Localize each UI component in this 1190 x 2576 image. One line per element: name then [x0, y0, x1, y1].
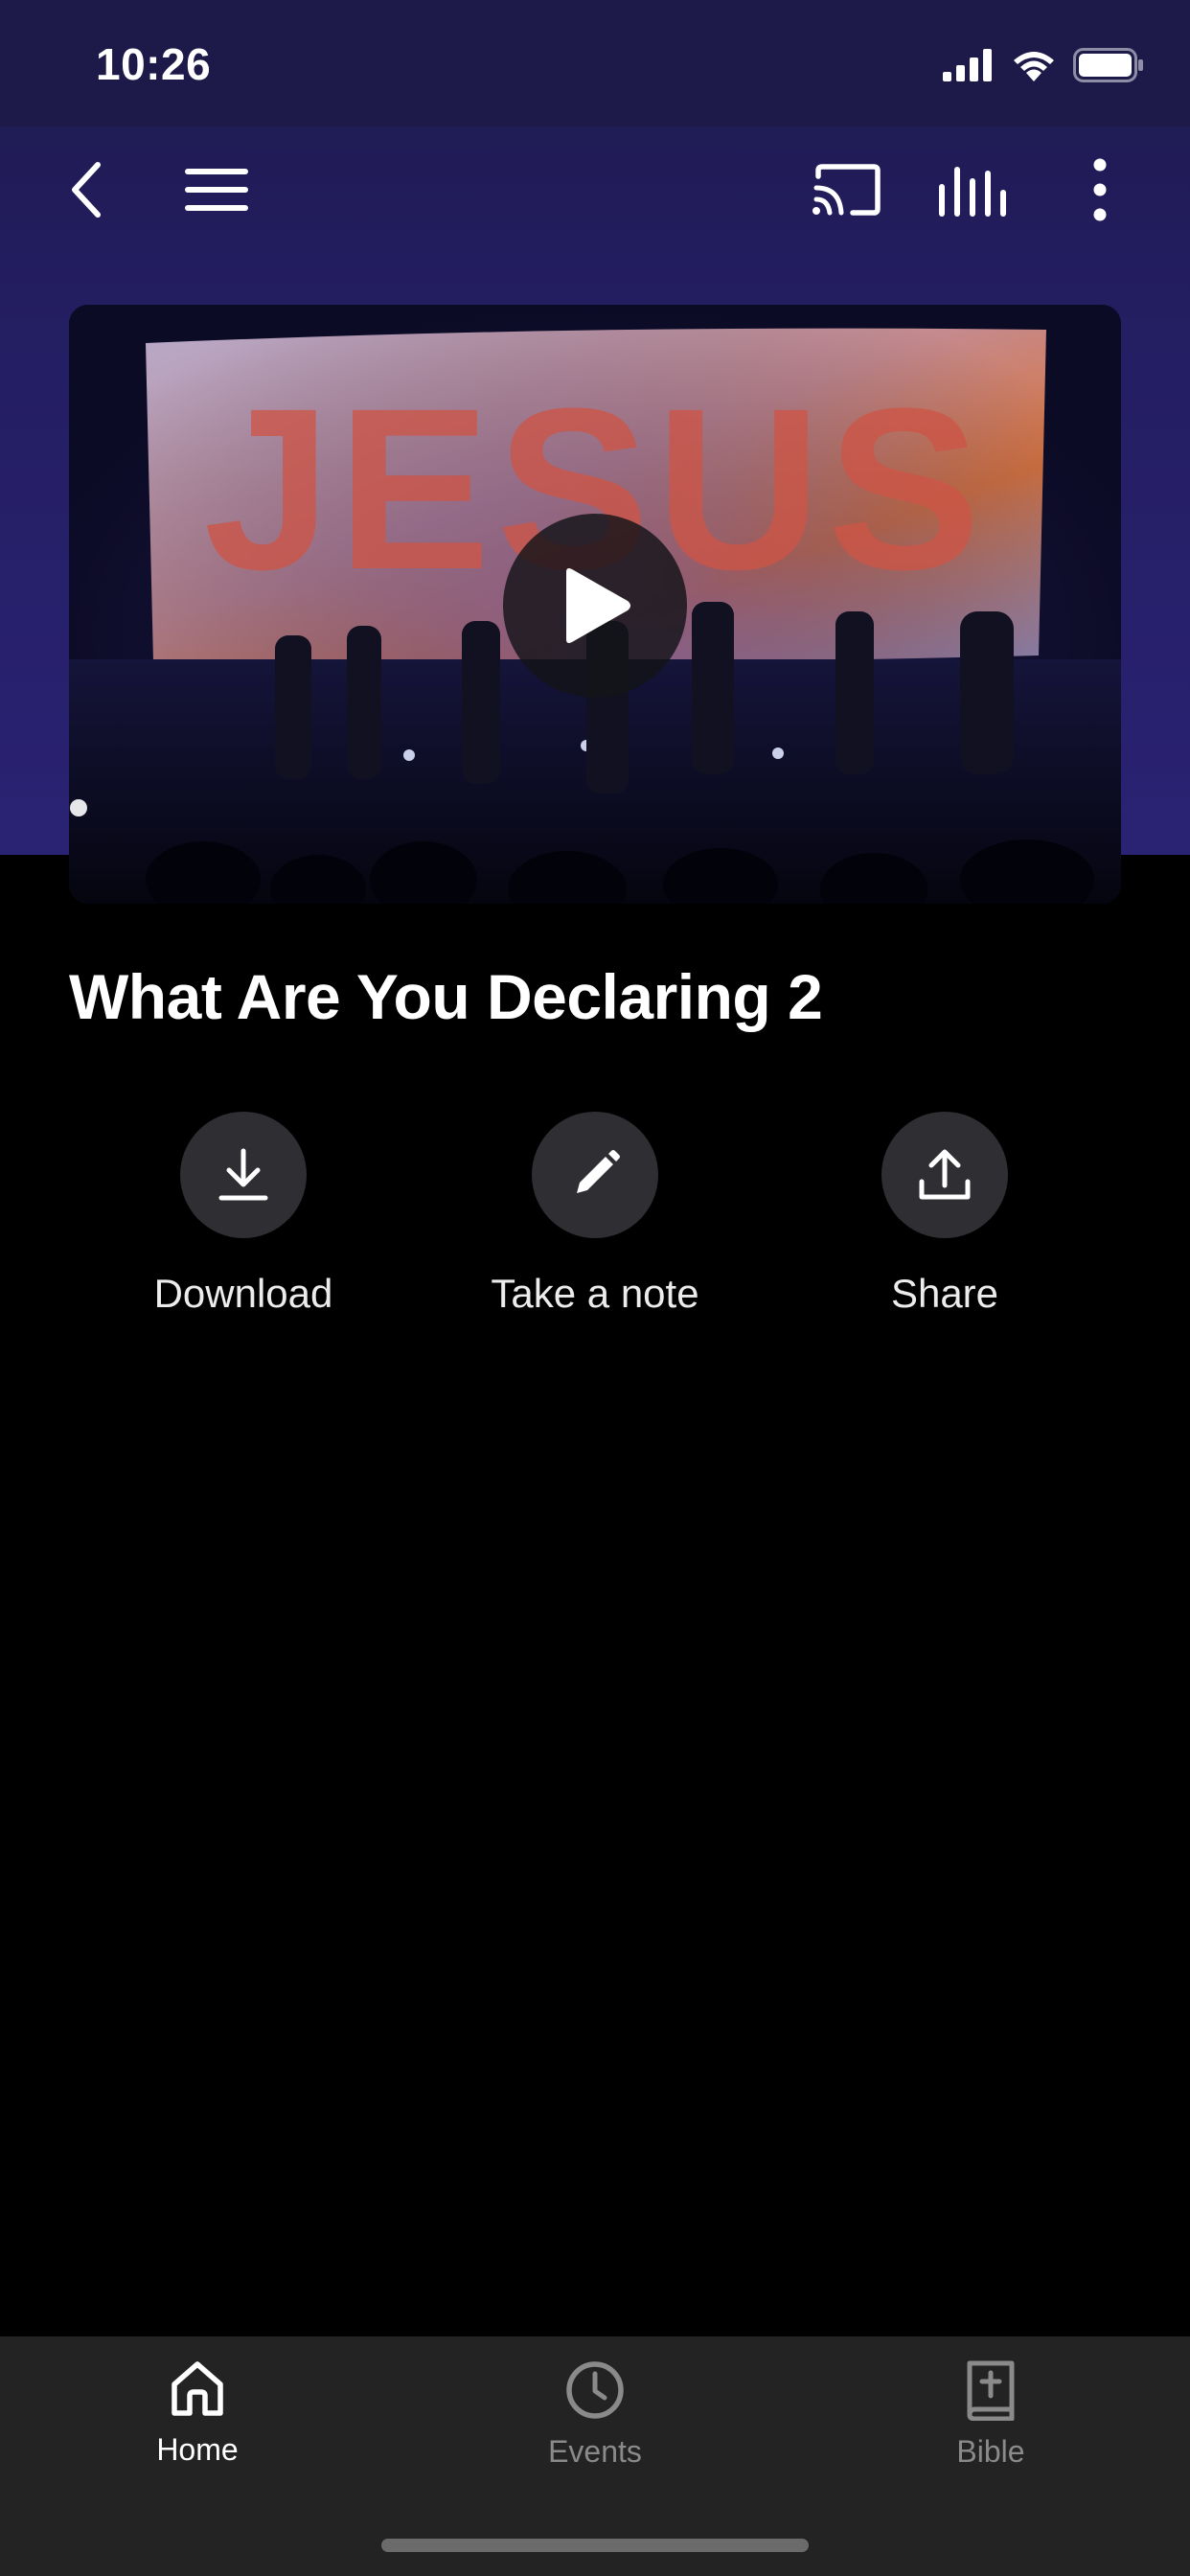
cast-button[interactable]: [807, 150, 887, 230]
more-vertical-icon: [1093, 158, 1107, 221]
share-circle: [881, 1112, 1008, 1238]
download-circle: [180, 1112, 307, 1238]
tab-bible-label: Bible: [956, 2434, 1025, 2469]
toolbar: [0, 126, 1190, 253]
share-button[interactable]: Share: [772, 1112, 1117, 1317]
take-note-button[interactable]: Take a note: [423, 1112, 767, 1317]
take-note-circle: [532, 1112, 658, 1238]
take-note-label: Take a note: [491, 1271, 699, 1316]
play-icon: [566, 568, 630, 643]
tab-events[interactable]: Events: [451, 2359, 739, 2470]
share-icon: [919, 1149, 971, 1200]
cast-icon: [812, 164, 881, 216]
menu-icon: [185, 169, 248, 211]
status-bar: 10:26: [0, 0, 1190, 126]
share-label: Share: [890, 1271, 999, 1316]
status-icons: [943, 48, 1144, 82]
back-button[interactable]: [46, 150, 126, 230]
equalizer-button[interactable]: [931, 150, 1012, 230]
menu-button[interactable]: [176, 150, 257, 230]
home-indicator: [381, 2539, 809, 2552]
download-icon: [218, 1148, 268, 1201]
download-label: Download: [153, 1271, 333, 1316]
equalizer-icon: [939, 167, 1006, 217]
download-button[interactable]: Download: [71, 1112, 416, 1317]
back-icon: [72, 162, 101, 218]
bible-icon: [967, 2360, 1015, 2421]
page-title: What Are You Declaring 2: [69, 961, 823, 1032]
tab-events-label: Events: [548, 2434, 642, 2469]
signal-icon: [943, 49, 992, 81]
tab-bible[interactable]: Bible: [847, 2359, 1134, 2470]
battery-icon: [1073, 48, 1143, 82]
pencil-icon: [577, 1150, 620, 1193]
clock-icon: [566, 2361, 624, 2419]
more-options-button[interactable]: [1060, 150, 1140, 230]
home-icon: [172, 2361, 223, 2416]
play-button[interactable]: [503, 514, 687, 698]
wifi-icon: [1014, 52, 1054, 81]
video-player[interactable]: JESUS: [69, 305, 1121, 904]
tab-home-label: Home: [156, 2432, 239, 2467]
tab-home[interactable]: Home: [54, 2359, 341, 2468]
status-time: 10:26: [96, 39, 212, 89]
